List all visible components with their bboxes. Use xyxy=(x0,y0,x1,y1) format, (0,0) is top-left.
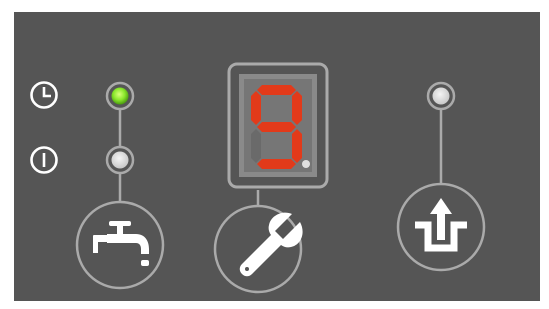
drain-led xyxy=(426,81,456,111)
drain-button[interactable] xyxy=(396,182,486,272)
clock-icon xyxy=(30,81,58,109)
segment-c xyxy=(292,129,302,163)
segment-d xyxy=(257,159,296,169)
panel-graphics xyxy=(30,62,486,294)
decimal-point xyxy=(302,160,310,168)
service-button[interactable] xyxy=(213,204,303,294)
power-icon xyxy=(30,146,58,174)
seven-segment-display xyxy=(227,62,329,189)
control-panel xyxy=(14,12,540,301)
segment-a xyxy=(257,85,296,95)
segment-f xyxy=(251,91,261,125)
segment-e xyxy=(251,129,261,163)
timer-led xyxy=(105,81,135,111)
segment-g xyxy=(257,122,296,132)
power-led xyxy=(105,145,135,175)
segment-b xyxy=(292,91,302,125)
water-button[interactable] xyxy=(75,200,165,290)
